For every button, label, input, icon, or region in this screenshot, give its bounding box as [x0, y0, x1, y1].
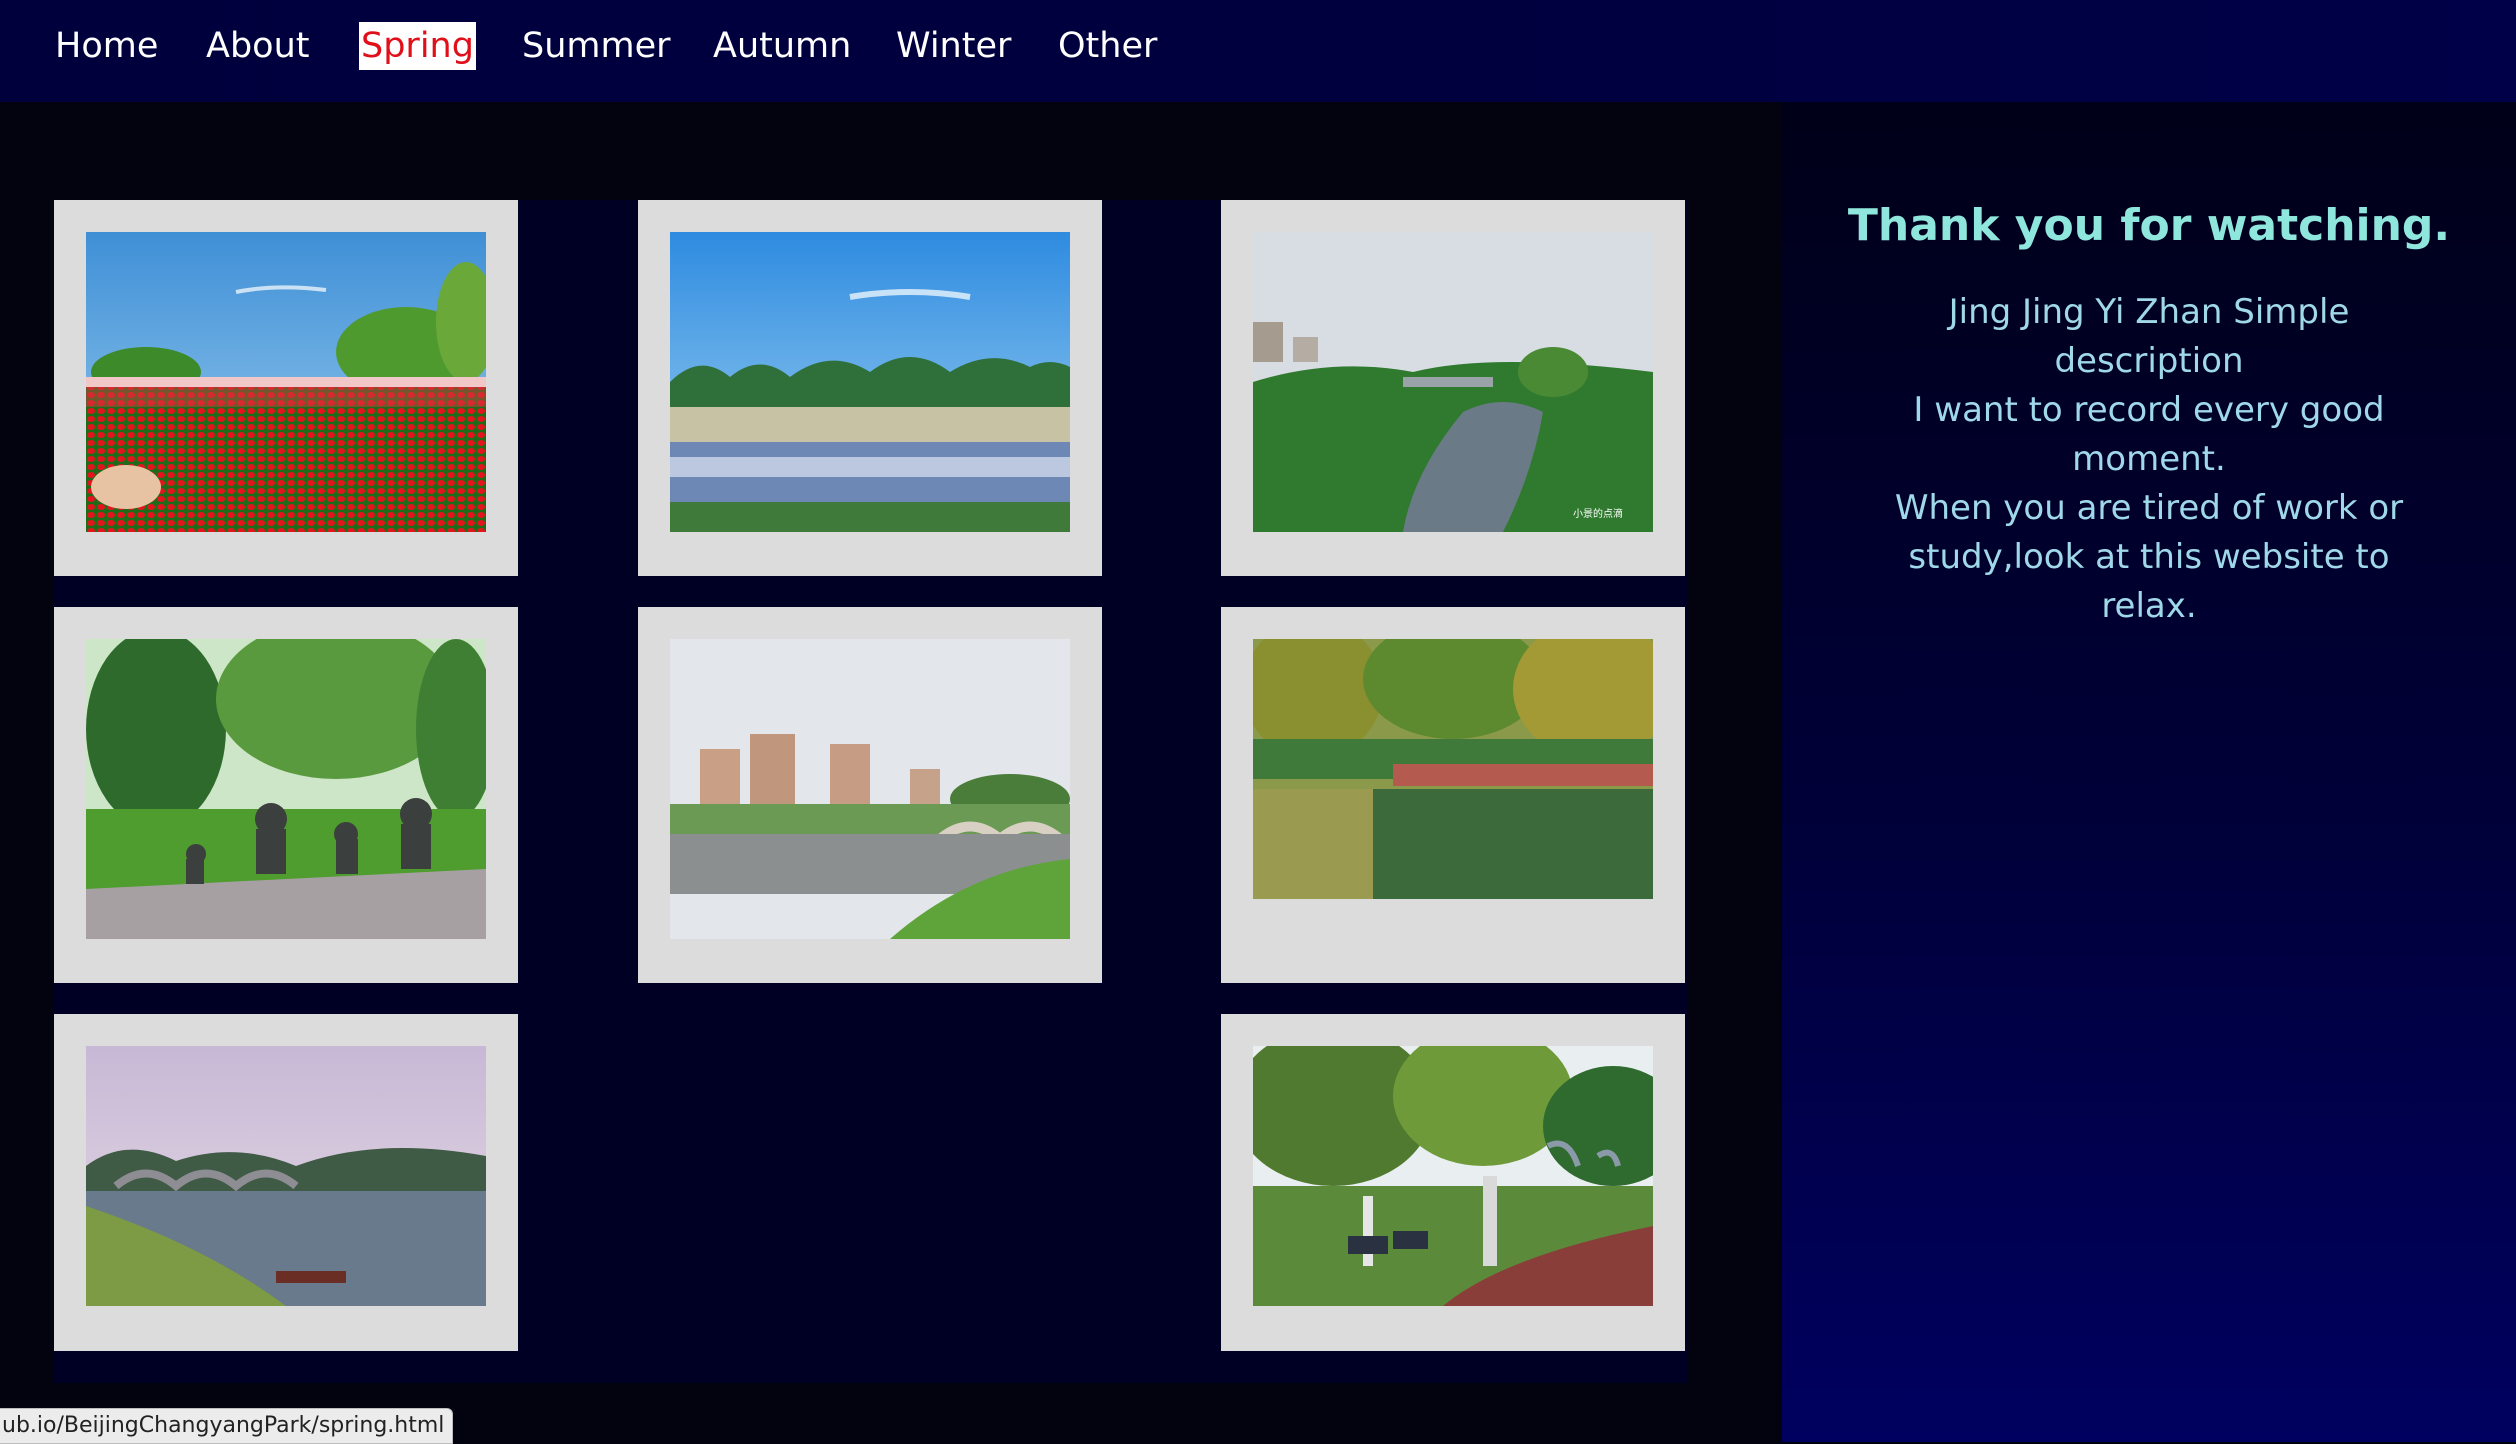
photo-card[interactable] — [638, 607, 1102, 983]
photo-lake-reeds[interactable] — [670, 232, 1070, 532]
photo-card[interactable] — [1221, 607, 1685, 983]
description-line: Jing Jing Yi Zhan Simple — [1948, 292, 2350, 332]
photo-card[interactable] — [54, 607, 518, 983]
description-line: description — [2054, 341, 2244, 381]
nav-home[interactable]: Home — [53, 22, 160, 70]
photo-card[interactable] — [54, 1014, 518, 1351]
description-line: moment. — [2072, 439, 2226, 479]
description-line: When you are tired of work or — [1894, 488, 2404, 528]
watermark-text: 小景的点滴 — [1573, 507, 1623, 520]
nav-spring[interactable]: Spring — [359, 22, 476, 70]
photo-river-lotus[interactable]: 小景的点滴 — [1253, 232, 1653, 532]
photo-gallery: 小景的点滴 — [54, 200, 1687, 1383]
description-line: I want to record every good — [1913, 390, 2385, 430]
photo-card[interactable] — [638, 200, 1102, 576]
top-nav: Home About Spring Summer Autumn Winter O… — [0, 0, 2516, 102]
photo-card[interactable]: 小景的点滴 — [1221, 200, 1685, 576]
nav-winter[interactable]: Winter — [894, 22, 1013, 70]
nav-autumn[interactable]: Autumn — [711, 22, 853, 70]
photo-lotus-boardwalk[interactable] — [1253, 639, 1653, 899]
nav-other[interactable]: Other — [1056, 22, 1159, 70]
nav-summer[interactable]: Summer — [520, 22, 673, 70]
sidebar-description: Jing Jing Yi Zhan Simple description I w… — [1862, 288, 2436, 631]
photo-tulip-field[interactable] — [86, 232, 486, 532]
sidebar-title: Thank you for watching. — [1847, 200, 2451, 251]
status-url-tooltip: ub.io/BeijingChangyangPark/spring.html — [0, 1408, 454, 1444]
photo-river-buildings[interactable] — [670, 639, 1070, 939]
photo-park-benches[interactable] — [1253, 1046, 1653, 1306]
photo-card[interactable] — [1221, 1014, 1685, 1351]
photo-sculptures[interactable] — [86, 639, 486, 939]
sidebar: Thank you for watching. Jing Jing Yi Zha… — [1782, 102, 2516, 1442]
nav-about[interactable]: About — [204, 22, 311, 70]
photo-bridge-dusk[interactable] — [86, 1046, 486, 1306]
photo-card[interactable] — [54, 200, 518, 576]
description-line: study,look at this website to relax. — [1908, 537, 2390, 626]
